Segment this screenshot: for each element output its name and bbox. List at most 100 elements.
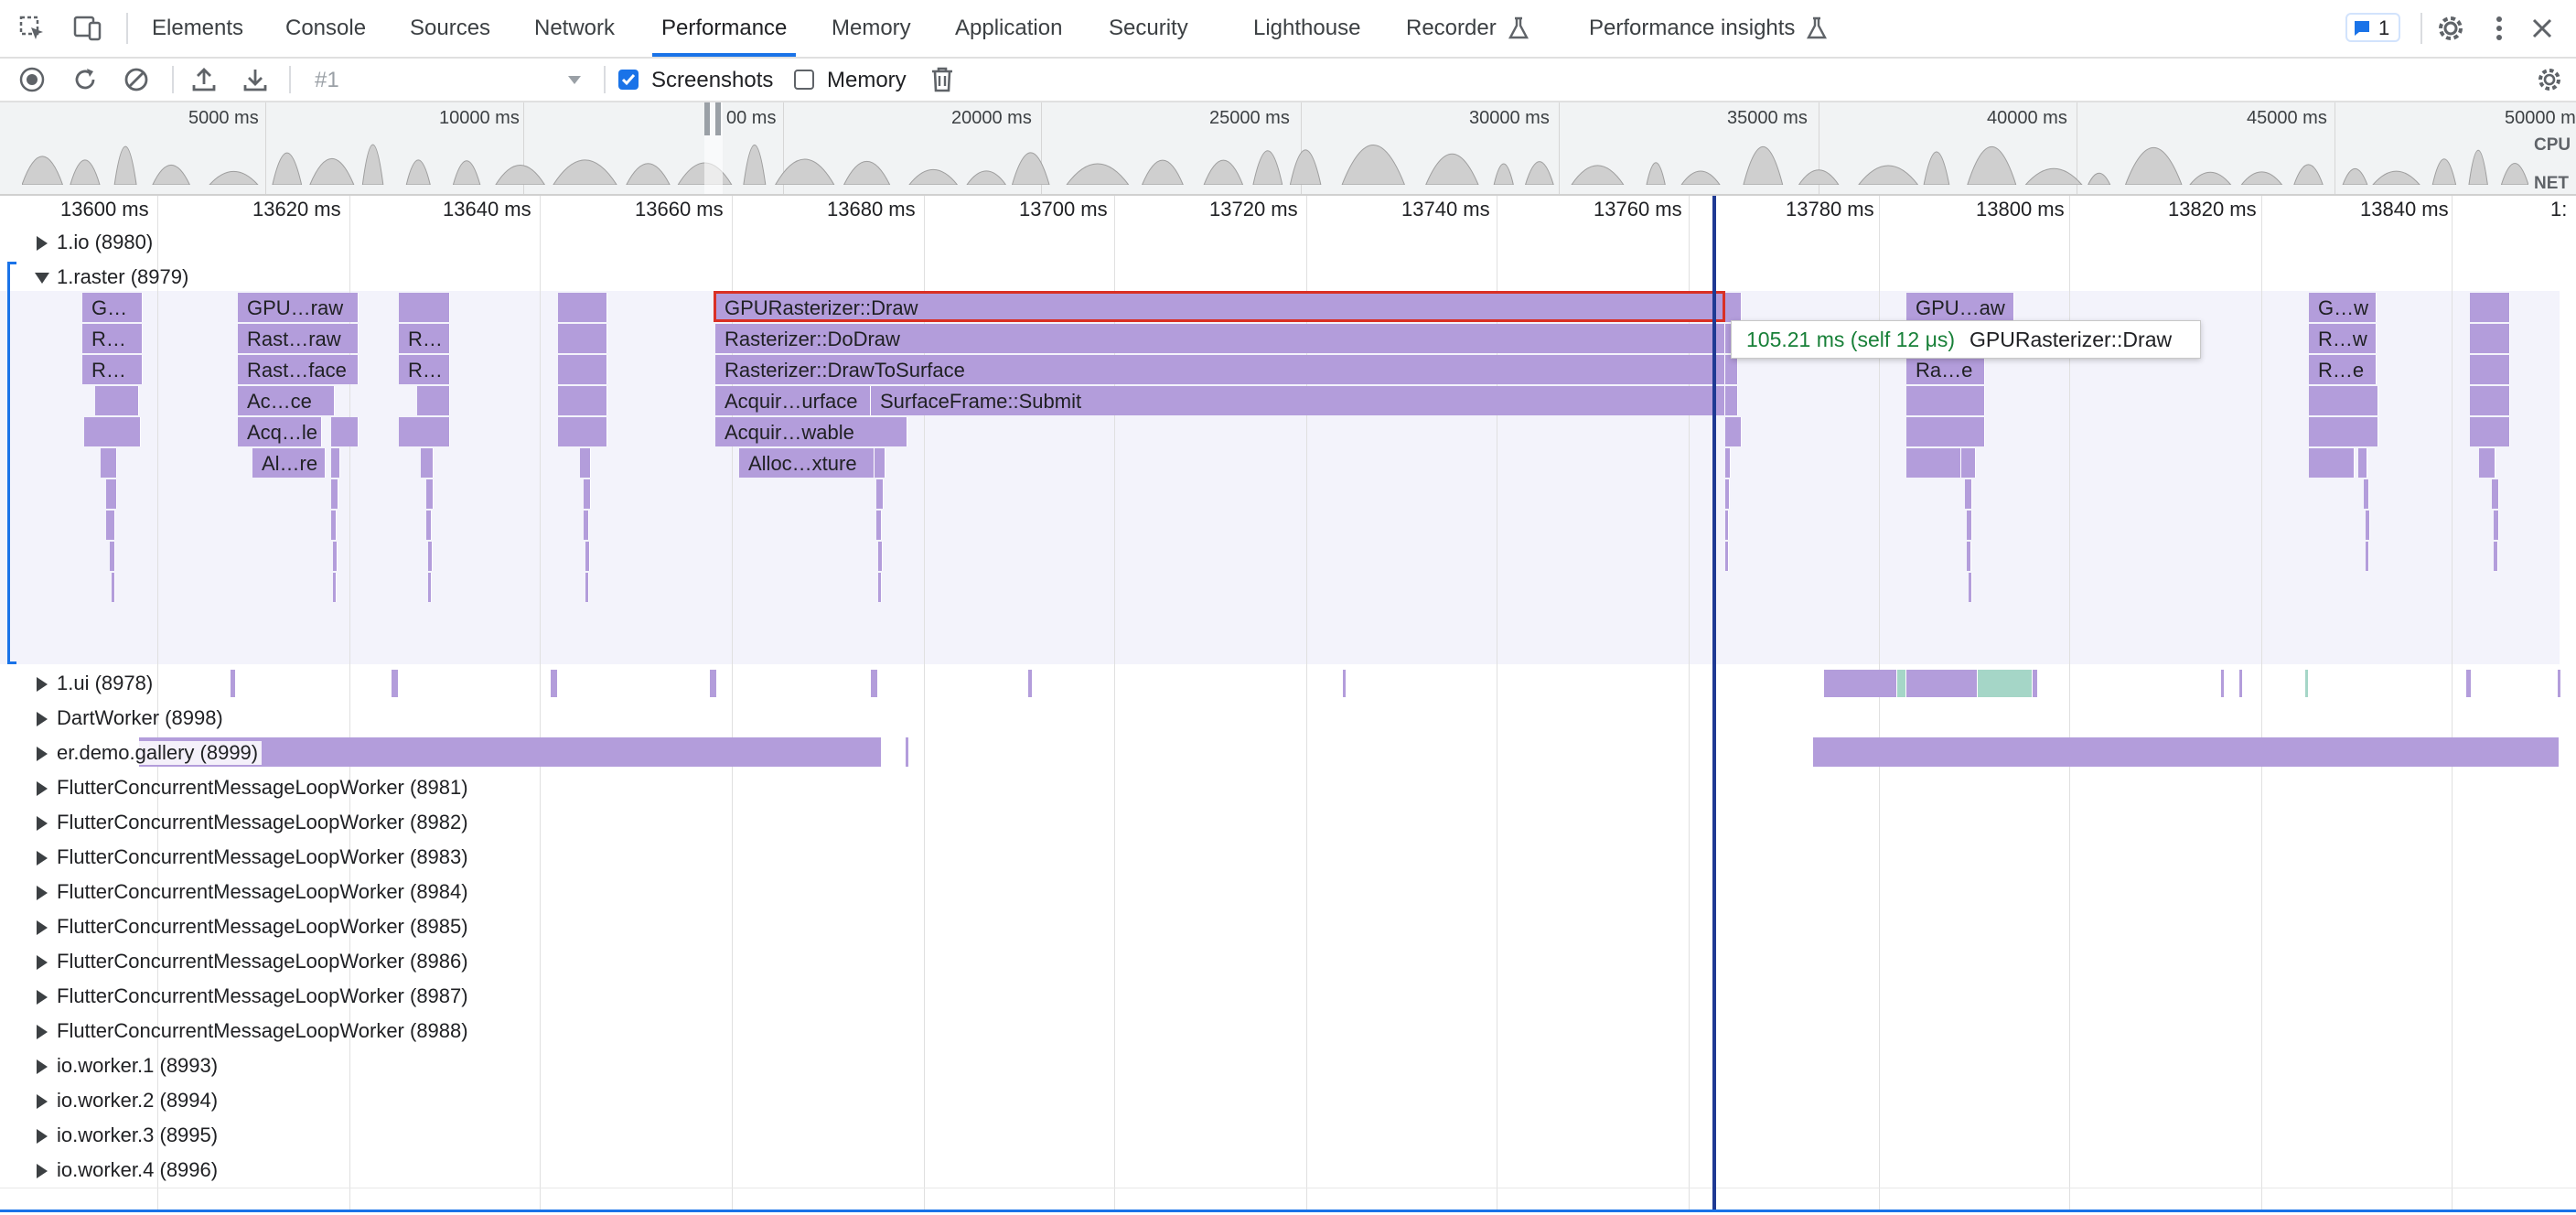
flame-event[interactable]: R…e (2309, 355, 2377, 384)
collapse-triangle-icon[interactable] (35, 273, 49, 284)
track-io-worker-2[interactable]: io.worker.2 (8994) (0, 1083, 2576, 1116)
flame-event[interactable] (1967, 542, 1971, 571)
track-event-mark[interactable] (2221, 670, 2225, 697)
flame-event[interactable] (558, 293, 607, 322)
track-event-mark[interactable] (1824, 670, 1897, 697)
expand-triangle-icon[interactable] (37, 1164, 48, 1178)
save-profile-download-icon[interactable] (242, 66, 269, 93)
flame-event[interactable] (2470, 324, 2510, 353)
expand-triangle-icon[interactable] (37, 886, 48, 900)
expand-triangle-icon[interactable] (37, 1129, 48, 1144)
flame-event[interactable] (1725, 479, 1730, 509)
issues-badge[interactable]: 1 (2345, 13, 2400, 42)
expand-triangle-icon[interactable] (37, 851, 48, 866)
flame-event[interactable] (878, 573, 882, 602)
track-event-mark[interactable] (1028, 670, 1033, 697)
expand-triangle-icon[interactable] (37, 712, 48, 726)
flame-event[interactable] (421, 448, 434, 478)
expand-triangle-icon[interactable] (37, 1025, 48, 1039)
tab-recorder[interactable]: Recorder (1406, 0, 1497, 57)
tab-performance[interactable]: Performance (651, 0, 797, 57)
track-event-mark[interactable] (551, 670, 558, 697)
track-demo-gallery[interactable]: er.demo.gallery (8999) (0, 736, 2576, 769)
flame-event[interactable]: Rast…face (238, 355, 359, 384)
flame-event[interactable] (95, 386, 139, 415)
flame-event[interactable]: G…w (2309, 293, 2377, 322)
flame-event[interactable] (1725, 386, 1738, 415)
flame-event[interactable] (1725, 355, 1738, 384)
tab-security[interactable]: Security (1109, 0, 1188, 57)
flame-event[interactable]: R… (82, 324, 143, 353)
flame-event[interactable]: Rasterizer::DoDraw (715, 324, 1725, 353)
timeline-overview[interactable]: 5000 ms 10000 ms 00 ms 20000 ms 25000 ms… (0, 102, 2576, 196)
tab-sources[interactable]: Sources (410, 0, 490, 57)
garbage-collect-trash-icon[interactable] (929, 66, 955, 93)
track-io-worker-4[interactable]: io.worker.4 (8996) (0, 1153, 2576, 1186)
track-worker-8987[interactable]: FlutterConcurrentMessageLoopWorker (8987… (0, 979, 2576, 1012)
flame-event[interactable] (1725, 417, 1742, 446)
track-ui[interactable]: 1.ui (8978) (0, 666, 2576, 699)
track-event-mark[interactable] (2033, 670, 2038, 697)
flame-event[interactable]: SurfaceFrame::Submit (871, 386, 1725, 415)
flame-event[interactable] (417, 386, 450, 415)
flame-event[interactable] (1725, 448, 1731, 478)
settings-gear-icon[interactable] (2435, 13, 2466, 44)
flame-event[interactable] (331, 479, 338, 509)
track-worker-8985[interactable]: FlutterConcurrentMessageLoopWorker (8985… (0, 909, 2576, 942)
expand-triangle-icon[interactable] (37, 677, 48, 692)
flame-event[interactable] (2494, 542, 2498, 571)
capture-settings-gear-icon[interactable] (2536, 66, 2563, 93)
track-event-mark[interactable] (2466, 670, 2472, 697)
flame-event[interactable] (585, 542, 590, 571)
load-profile-upload-icon[interactable] (190, 66, 218, 93)
flame-event[interactable] (106, 511, 115, 540)
flame-event[interactable] (2366, 542, 2369, 571)
flame-event[interactable]: R… (399, 324, 450, 353)
flame-event[interactable] (2309, 448, 2355, 478)
flame-event[interactable] (2358, 448, 2367, 478)
flame-event[interactable] (1725, 511, 1729, 540)
flame-event[interactable] (558, 417, 607, 446)
track-event-mark[interactable] (392, 670, 399, 697)
overview-window-selection[interactable] (704, 102, 723, 194)
flame-event[interactable] (333, 573, 337, 602)
expand-triangle-icon[interactable] (37, 781, 48, 796)
expand-triangle-icon[interactable] (37, 990, 48, 1005)
flame-event[interactable]: Alloc…xture (739, 448, 875, 478)
flame-event[interactable] (2309, 386, 2378, 415)
expand-triangle-icon[interactable] (37, 1094, 48, 1109)
flame-event[interactable] (2494, 511, 2499, 540)
track-worker-8986[interactable]: FlutterConcurrentMessageLoopWorker (8986… (0, 944, 2576, 977)
tab-performance-insights[interactable]: Performance insights (1589, 0, 1795, 57)
flame-event[interactable] (331, 448, 340, 478)
tab-lighthouse[interactable]: Lighthouse (1253, 0, 1360, 57)
expand-triangle-icon[interactable] (37, 955, 48, 970)
flame-event[interactable] (1906, 417, 1985, 446)
flame-event[interactable]: Rasterizer::DrawToSurface (715, 355, 1725, 384)
flame-event[interactable] (2492, 479, 2499, 509)
tab-network[interactable]: Network (534, 0, 615, 57)
flame-event[interactable]: GPU…raw (238, 293, 359, 322)
flame-event[interactable]: G… (82, 293, 143, 322)
flame-event[interactable] (333, 542, 338, 571)
flame-event[interactable] (1725, 293, 1742, 322)
flame-event[interactable] (1967, 511, 1972, 540)
track-worker-8983[interactable]: FlutterConcurrentMessageLoopWorker (8983… (0, 840, 2576, 873)
flame-event[interactable] (1906, 448, 1961, 478)
flame-event[interactable] (1965, 479, 1972, 509)
flame-event[interactable] (558, 355, 607, 384)
flame-event[interactable] (1961, 448, 1976, 478)
screenshots-checkbox[interactable] (618, 70, 639, 90)
flame-event[interactable]: GPU…aw (1906, 293, 2014, 322)
flame-event[interactable] (580, 448, 591, 478)
expand-triangle-icon[interactable] (37, 1059, 48, 1074)
record-icon[interactable] (18, 66, 46, 93)
flame-event[interactable] (584, 511, 589, 540)
track-worker-8982[interactable]: FlutterConcurrentMessageLoopWorker (8982… (0, 805, 2576, 838)
device-toolbar-icon[interactable] (71, 15, 102, 42)
clear-icon[interactable] (123, 66, 150, 93)
expand-triangle-icon[interactable] (37, 920, 48, 935)
flame-event[interactable]: Rast…raw (238, 324, 359, 353)
track-dartworker[interactable]: DartWorker (8998) (0, 701, 2576, 734)
profile-select[interactable]: #1 (304, 59, 587, 101)
